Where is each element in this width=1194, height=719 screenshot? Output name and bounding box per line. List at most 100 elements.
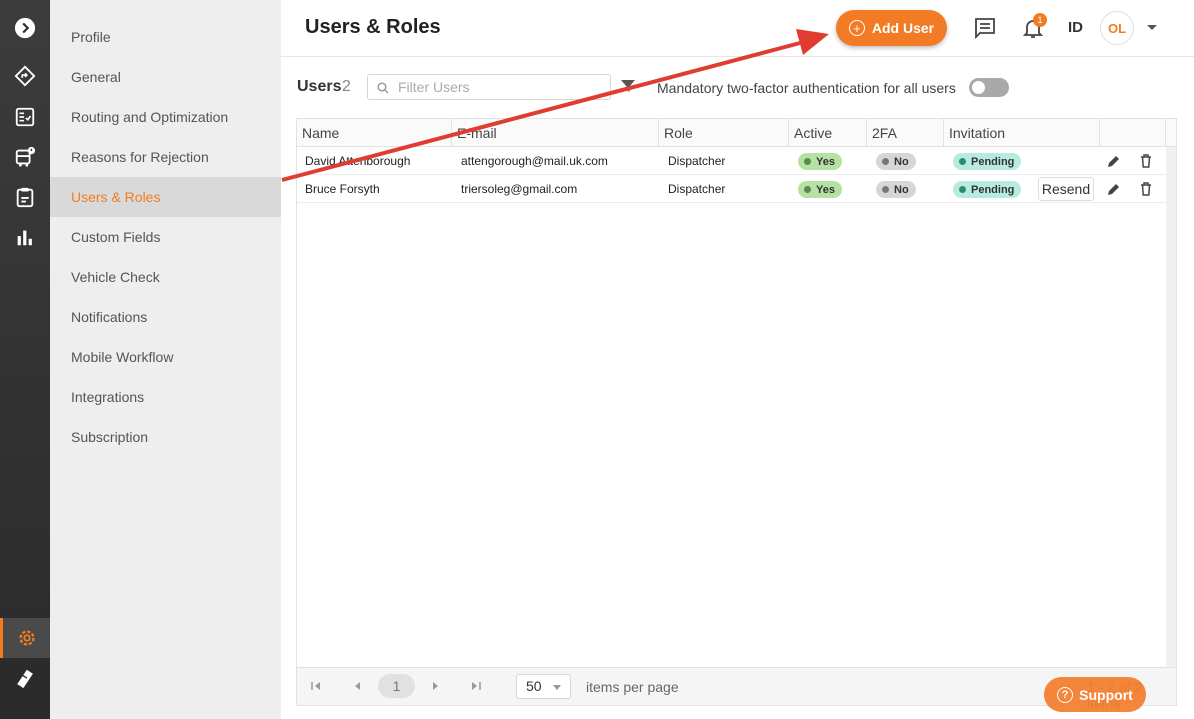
resend-invitation-button[interactable]: Resend: [1038, 177, 1094, 201]
help-icon: ?: [1057, 686, 1074, 703]
table-row[interactable]: David Attenborough attengorough@mail.uk.…: [297, 147, 1166, 175]
items-per-page-label: items per page: [586, 679, 679, 695]
page-size-value: 50: [526, 678, 542, 694]
toggle-knob: [972, 81, 985, 94]
edit-icon[interactable]: [1106, 181, 1122, 197]
2fa-badge-label: No: [894, 155, 909, 168]
first-page-icon[interactable]: [311, 681, 321, 691]
settings-nav-mobile-workflow[interactable]: Mobile Workflow: [50, 337, 281, 377]
active-badge: Yes: [798, 181, 842, 198]
book-icon: [17, 669, 33, 689]
active-badge-label: Yes: [816, 155, 835, 168]
next-page-icon[interactable]: [431, 681, 441, 691]
column-header-role[interactable]: Role: [659, 119, 789, 147]
chevron-down-icon[interactable]: [1147, 25, 1157, 30]
column-header-invitation[interactable]: Invitation: [944, 119, 1100, 147]
clipboard-icon: [16, 187, 34, 208]
table-row[interactable]: Bruce Forsyth triersoleg@gmail.com Dispa…: [297, 175, 1166, 203]
search-icon: [377, 82, 389, 94]
invitation-badge-label: Pending: [971, 183, 1015, 196]
2fa-badge: No: [876, 153, 916, 170]
gear-icon: [18, 630, 35, 646]
cell-role: Dispatcher: [668, 154, 726, 168]
cell-name: Bruce Forsyth: [305, 182, 380, 196]
support-label: Support: [1079, 686, 1133, 703]
last-page-icon[interactable]: [471, 681, 481, 691]
current-page[interactable]: 1: [378, 674, 415, 698]
status-dot: [882, 186, 889, 193]
chevron-down-icon: [553, 685, 561, 690]
invitation-badge: Pending: [953, 181, 1022, 198]
settings-nav-routing[interactable]: Routing and Optimization: [50, 97, 281, 137]
page-title: Users & Roles: [305, 16, 441, 38]
settings-nav-integrations[interactable]: Integrations: [50, 377, 281, 417]
column-header-2fa[interactable]: 2FA: [867, 119, 944, 147]
nav-schedule[interactable]: [0, 177, 50, 217]
avatar[interactable]: OL: [1100, 11, 1134, 45]
id-label[interactable]: ID: [1068, 19, 1083, 36]
nav-tasks[interactable]: [0, 97, 50, 137]
filter-funnel-icon[interactable]: [621, 80, 635, 92]
vertical-scrollbar[interactable]: [1166, 147, 1176, 667]
expand-menu-button[interactable]: [0, 8, 50, 48]
column-header-active[interactable]: Active: [789, 119, 867, 147]
settings-nav-reasons-rejection[interactable]: Reasons for Rejection: [50, 137, 281, 177]
page-header: Users & Roles + Add User 1 ID OL: [281, 0, 1194, 57]
users-count: 2: [342, 78, 351, 95]
active-badge-label: Yes: [816, 183, 835, 196]
active-badge: Yes: [798, 153, 842, 170]
page-size-select[interactable]: 50: [516, 674, 571, 699]
column-header-actions: [1100, 119, 1166, 147]
add-user-button[interactable]: + Add User: [836, 10, 947, 46]
settings-nav-subscription[interactable]: Subscription: [50, 417, 281, 457]
status-dot: [959, 186, 966, 193]
chevron-right-icon: [14, 17, 36, 39]
route-icon: [14, 65, 36, 87]
edit-icon[interactable]: [1106, 153, 1122, 169]
bar-chart-icon: [17, 230, 32, 246]
mandatory-2fa-label: Mandatory two-factor authentication for …: [657, 80, 956, 96]
column-header-email[interactable]: E-mail: [452, 119, 659, 147]
plus-circle-icon: +: [848, 20, 865, 36]
column-header-name[interactable]: Name: [297, 119, 452, 147]
nav-vehicles[interactable]: [0, 137, 50, 177]
icon-rail: [0, 0, 50, 719]
chat-icon[interactable]: [973, 16, 997, 40]
status-dot: [804, 186, 811, 193]
settings-nav-vehicle-check[interactable]: Vehicle Check: [50, 257, 281, 297]
nav-routes[interactable]: [0, 56, 50, 96]
status-dot: [804, 158, 811, 165]
filter-users-input[interactable]: [398, 78, 598, 96]
trash-icon[interactable]: [1138, 153, 1154, 169]
2fa-badge: No: [876, 181, 916, 198]
settings-nav-custom-fields[interactable]: Custom Fields: [50, 217, 281, 257]
status-dot: [882, 158, 889, 165]
settings-nav-general[interactable]: General: [50, 57, 281, 97]
add-user-label: Add User: [871, 20, 935, 36]
nav-settings[interactable]: [0, 618, 50, 658]
grid-header: Name E-mail Role Active 2FA Invitation: [297, 119, 1176, 147]
nav-help-docs[interactable]: [0, 658, 50, 698]
nav-reports[interactable]: [0, 217, 50, 257]
2fa-badge-label: No: [894, 183, 909, 196]
invitation-badge: Pending: [953, 153, 1022, 170]
support-button[interactable]: ? Support: [1044, 677, 1146, 712]
invitation-badge-label: Pending: [971, 155, 1015, 168]
trash-icon[interactable]: [1138, 181, 1154, 197]
cell-role: Dispatcher: [668, 182, 726, 196]
settings-nav-profile[interactable]: Profile: [50, 17, 281, 57]
users-grid: Name E-mail Role Active 2FA Invitation D…: [296, 118, 1177, 711]
users-heading: Users: [297, 78, 342, 95]
previous-page-icon[interactable]: [352, 681, 362, 691]
settings-nav: Profile General Routing and Optimization…: [50, 0, 281, 719]
filter-users-field[interactable]: [367, 74, 611, 100]
settings-nav-users-roles[interactable]: Users & Roles: [50, 177, 281, 217]
cell-name: David Attenborough: [305, 154, 411, 168]
settings-nav-notifications[interactable]: Notifications: [50, 297, 281, 337]
mandatory-2fa-toggle[interactable]: [969, 78, 1009, 97]
checklist-icon: [15, 107, 35, 127]
vehicle-alert-icon: [15, 146, 36, 167]
notification-badge: 1: [1033, 13, 1047, 27]
cell-email: triersoleg@gmail.com: [461, 182, 578, 196]
status-dot: [959, 158, 966, 165]
